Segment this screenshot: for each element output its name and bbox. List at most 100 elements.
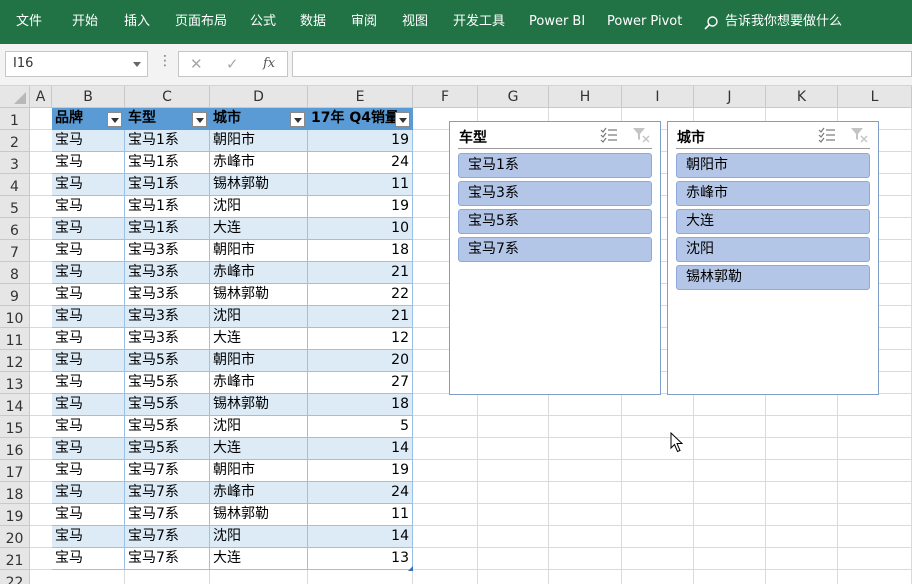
table-cell[interactable]: 赤峰市 [210,152,308,174]
tab-data[interactable]: 数据 [300,0,326,44]
column-header-i[interactable]: I [622,86,694,108]
table-cell[interactable]: 24 [308,482,413,504]
tab-power-bi[interactable]: Power BI [529,0,585,44]
table-cell[interactable]: 宝马3系 [125,328,210,350]
row-header-19[interactable]: 19 [0,504,30,526]
column-header-l[interactable]: L [838,86,912,108]
table-cell[interactable]: 5 [308,416,413,438]
table-cell[interactable]: 赤峰市 [210,482,308,504]
tab-view[interactable]: 视图 [402,0,428,44]
table-cell[interactable]: 宝马 [52,438,125,460]
slicer-model[interactable]: 车型 宝马1系 宝马3系 宝马5系 宝马7系 [449,121,661,395]
table-cell[interactable]: 27 [308,372,413,394]
formula-input[interactable] [292,51,912,77]
column-header-j[interactable]: J [694,86,766,108]
table-cell[interactable]: 宝马 [52,218,125,240]
column-header-k[interactable]: K [766,86,838,108]
table-cell[interactable]: 宝马7系 [125,482,210,504]
table-cell[interactable]: 锡林郭勒 [210,174,308,196]
table-cell[interactable]: 宝马 [52,416,125,438]
table-cell[interactable]: 宝马 [52,152,125,174]
table-cell[interactable]: 宝马5系 [125,350,210,372]
table-cell[interactable]: 宝马 [52,130,125,152]
table-cell[interactable]: 沈阳 [210,416,308,438]
tab-file[interactable]: 文件 [16,0,42,44]
select-all-button[interactable] [0,86,30,108]
table-cell[interactable]: 宝马 [52,306,125,328]
table-cell[interactable]: 宝马7系 [125,548,210,570]
row-header-6[interactable]: 6 [0,218,30,240]
row-header-2[interactable]: 2 [0,130,30,152]
row-header-14[interactable]: 14 [0,394,30,416]
table-cell[interactable]: 12 [308,328,413,350]
row-header-16[interactable]: 16 [0,438,30,460]
slicer-item[interactable]: 大连 [676,209,870,234]
enter-icon[interactable]: ✓ [226,52,239,76]
row-header-12[interactable]: 12 [0,350,30,372]
table-cell[interactable]: 宝马 [52,262,125,284]
table-cell[interactable]: 锡林郭勒 [210,284,308,306]
slicer-item[interactable]: 朝阳市 [676,153,870,178]
table-cell[interactable]: 宝马7系 [125,460,210,482]
table-cell[interactable]: 21 [308,262,413,284]
tab-review[interactable]: 审阅 [351,0,377,44]
table-cell[interactable]: 10 [308,218,413,240]
tab-home[interactable]: 开始 [72,0,98,44]
table-cell[interactable]: 21 [308,306,413,328]
name-box[interactable]: I16 [5,51,148,77]
slicer-item[interactable]: 锡林郭勒 [676,265,870,290]
table-cell[interactable]: 13 [308,548,413,570]
row-header-15[interactable]: 15 [0,416,30,438]
table-cell[interactable]: 宝马 [52,174,125,196]
table-cell[interactable]: 沈阳 [210,526,308,548]
table-cell[interactable]: 19 [308,130,413,152]
table-cell[interactable]: 朝阳市 [210,130,308,152]
table-cell[interactable]: 朝阳市 [210,350,308,372]
row-header-8[interactable]: 8 [0,262,30,284]
row-header-10[interactable]: 10 [0,306,30,328]
table-cell[interactable]: 宝马1系 [125,130,210,152]
table-cell[interactable]: 宝马 [52,372,125,394]
row-header-11[interactable]: 11 [0,328,30,350]
column-header-f[interactable]: F [413,86,478,108]
tab-developer[interactable]: 开发工具 [453,0,505,44]
row-header-17[interactable]: 17 [0,460,30,482]
column-header-b[interactable]: B [52,86,125,108]
slicer-item[interactable]: 宝马5系 [458,209,652,234]
chevron-down-icon[interactable] [133,62,141,67]
row-header-5[interactable]: 5 [0,196,30,218]
table-cell[interactable]: 宝马 [52,350,125,372]
tab-power-pivot[interactable]: Power Pivot [607,0,682,44]
row-header-20[interactable]: 20 [0,526,30,548]
table-cell[interactable]: 宝马 [52,328,125,350]
row-header-22[interactable]: 22 [0,570,30,584]
table-cell[interactable]: 宝马5系 [125,416,210,438]
table-cell[interactable]: 大连 [210,548,308,570]
cancel-icon[interactable]: ✕ [190,52,203,76]
table-cell[interactable]: 宝马1系 [125,196,210,218]
slicer-item[interactable]: 沈阳 [676,237,870,262]
table-cell[interactable]: 宝马1系 [125,174,210,196]
table-cell[interactable]: 宝马3系 [125,284,210,306]
table-cell[interactable]: 19 [308,460,413,482]
table-resize-handle[interactable] [408,566,413,571]
table-cell[interactable]: 11 [308,174,413,196]
multi-select-icon[interactable] [818,127,836,143]
table-cell[interactable]: 18 [308,240,413,262]
table-cell[interactable]: 宝马1系 [125,152,210,174]
table-cell[interactable]: 宝马 [52,196,125,218]
insert-function-icon[interactable]: fx [263,52,275,76]
row-header-18[interactable]: 18 [0,482,30,504]
tab-insert[interactable]: 插入 [124,0,150,44]
clear-filter-icon[interactable] [850,127,868,143]
table-cell[interactable]: 宝马 [52,394,125,416]
slicer-item[interactable]: 宝马1系 [458,153,652,178]
column-header-h[interactable]: H [549,86,622,108]
table-cell[interactable]: 大连 [210,328,308,350]
table-cell[interactable]: 朝阳市 [210,240,308,262]
table-cell[interactable]: 宝马5系 [125,372,210,394]
table-header-cell[interactable]: 车型 [125,108,210,130]
table-cell[interactable]: 沈阳 [210,196,308,218]
table-cell[interactable]: 11 [308,504,413,526]
row-header-1[interactable]: 1 [0,108,30,130]
